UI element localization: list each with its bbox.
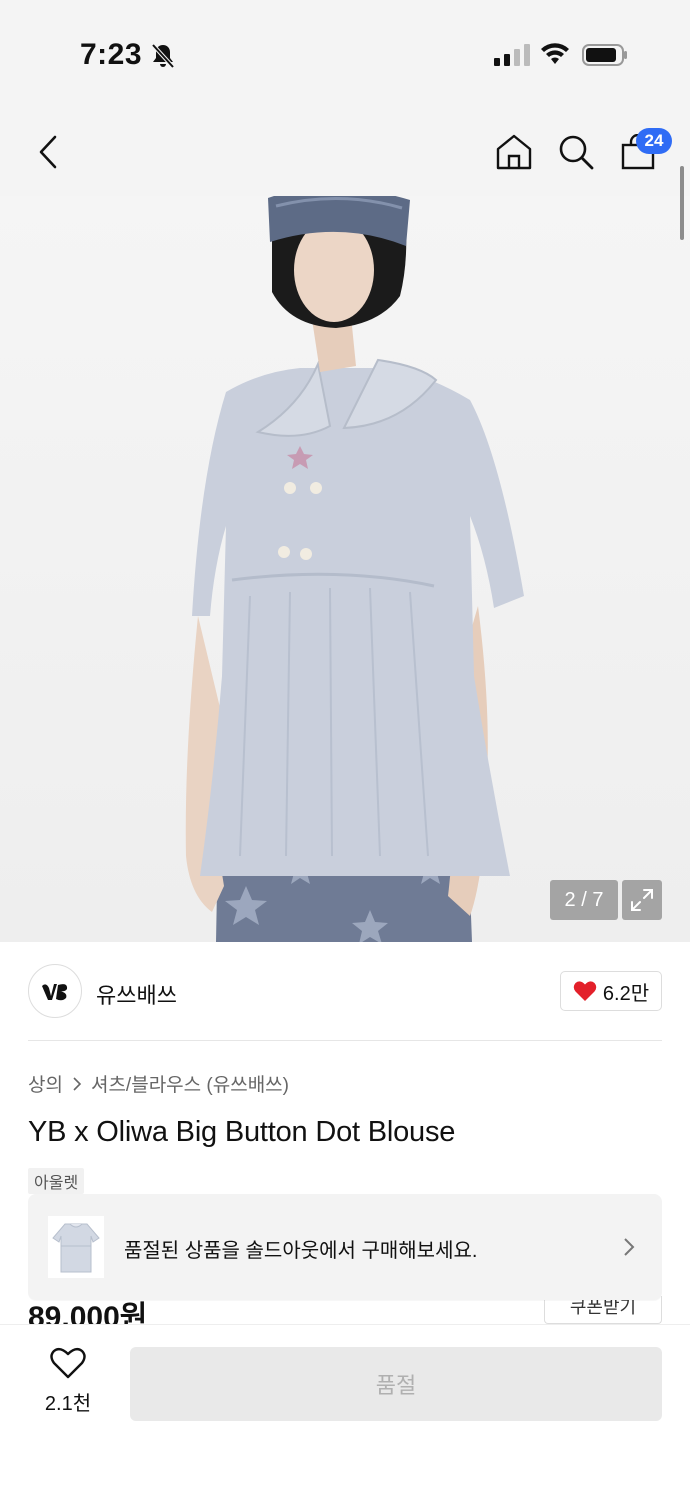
bottom-purchase-bar: 2.1천 품절 [0, 1324, 690, 1500]
wishlist-button[interactable]: 2.1천 [28, 1347, 108, 1427]
coupon-button[interactable]: 쿠폰받기 [544, 1296, 662, 1324]
top-navigation-bar [0, 110, 690, 196]
wishlist-count: 2.1천 [44, 1393, 92, 1415]
chevron-right-icon [73, 1076, 82, 1091]
expand-icon [631, 889, 653, 911]
soldout-banner-text: 품절된 상품을 솔드아웃에서 구매해보세요. [124, 1240, 478, 1262]
heart-outline-icon [50, 1347, 86, 1379]
battery-icon [582, 44, 627, 66]
brand-like-button[interactable]: 6.2만 [560, 971, 662, 1011]
heart-filled-icon [573, 981, 597, 1001]
image-counter: 2 / 7 [550, 880, 618, 920]
product-photo [185, 196, 524, 942]
divider [28, 1040, 662, 1041]
sold-out-button[interactable]: 품절 [130, 1347, 662, 1421]
brand-logo-mark [42, 984, 68, 1001]
brand-row: 유쓰배쓰 6.2만 [28, 962, 662, 1022]
breadcrumb: 상의 셔츠/블라우스 (유쓰배쓰) [28, 1070, 289, 1097]
brand-name[interactable]: 유쓰배쓰 [96, 978, 177, 1010]
home-icon[interactable] [494, 132, 534, 172]
brand-like-count: 6.2만 [602, 982, 650, 1005]
wifi-icon [541, 43, 569, 64]
product-image[interactable] [0, 196, 690, 942]
scroll-indicator [680, 166, 684, 240]
search-icon[interactable] [556, 132, 596, 172]
product-title: YB x Oliwa Big Button Dot Blouse [28, 1116, 456, 1148]
chevron-right-icon [624, 1238, 635, 1256]
outlet-tag: 아울렛 [28, 1168, 85, 1194]
expand-image-button[interactable] [622, 880, 662, 920]
cellular-signal-icon [494, 42, 530, 66]
status-bar: 7:23 [0, 0, 690, 110]
soldout-product-thumbnail [48, 1216, 104, 1278]
soldout-banner[interactable]: 품절된 상품을 솔드아웃에서 구매해보세요. [28, 1194, 662, 1300]
cart-count-badge: 24 [636, 128, 672, 154]
bell-off-icon [151, 43, 175, 69]
status-time: 7:23 [80, 38, 143, 71]
breadcrumb-category[interactable]: 상의 [28, 1070, 63, 1097]
breadcrumb-subcategory[interactable]: 셔츠/블라우스 (유쓰배쓰) [91, 1070, 289, 1097]
back-icon[interactable] [30, 132, 66, 172]
brand-logo[interactable] [28, 964, 82, 1018]
